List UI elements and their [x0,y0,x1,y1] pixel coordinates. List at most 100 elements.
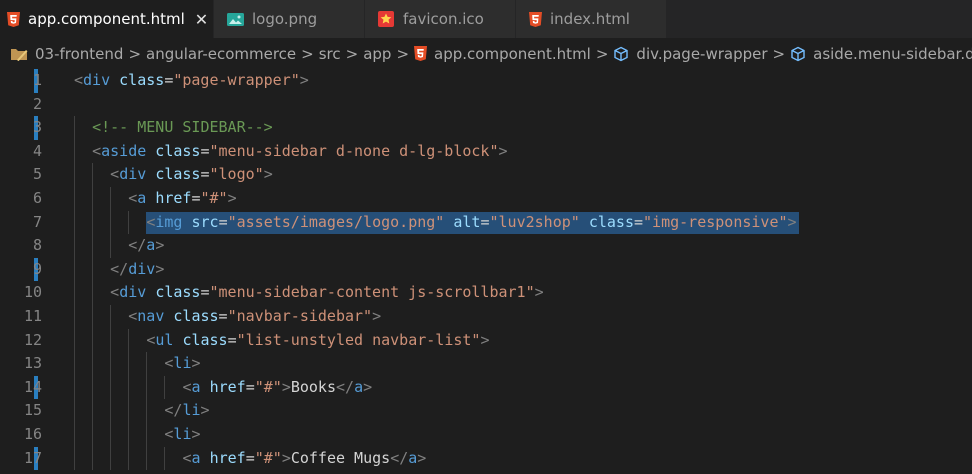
indent-guide [110,446,112,471]
indent-guide [92,234,94,258]
breadcrumb-item-file[interactable]: app.component.html [414,45,591,63]
tab-index-html[interactable]: index.html [516,0,667,38]
code-token: = [200,283,210,302]
code-token: aside [101,141,147,160]
code-line[interactable]: 15 </li> [0,399,972,423]
indent-guide [74,446,75,471]
code-line[interactable]: 7 <img src="assets/images/logo.png" alt="… [0,210,972,235]
indent-guide [110,305,112,329]
indent-guide [146,446,148,471]
code-token: a [137,189,147,207]
breadcrumb-item-app[interactable]: app [363,45,391,63]
code-token: </ [110,259,129,278]
indent-guide [92,352,94,376]
code-token: < [74,71,84,89]
code-token: class [588,212,634,231]
folder-icon [10,47,28,61]
code-token: = [227,330,237,349]
code-token: "logo" [209,165,264,184]
close-icon[interactable]: ✕ [195,10,208,29]
code-text: <a href="#"> [128,187,236,211]
code-token: li [173,354,192,373]
code-text: <li> [164,352,200,376]
indent-guide [92,399,94,423]
breadcrumb-separator: > [301,44,314,63]
breadcrumb-item-src[interactable]: src [319,45,341,63]
cube-icon [790,46,806,62]
tab-app-component-html[interactable]: app.component.html ✕ [0,0,214,38]
code-token: "menu-sidebar d-none d-lg-block" [209,141,499,160]
line-number: 12 [23,330,42,349]
code-token: > [534,283,544,302]
line-number: 8 [32,236,42,255]
indent-guide [128,399,130,423]
code-token: div [119,283,147,302]
code-token: = [245,377,255,396]
code-line[interactable]: 11 <nav class="navbar-sidebar"> [0,305,972,329]
breadcrumb-item-aside[interactable]: aside.menu-sidebar.d-no [790,45,972,63]
indent-guide [74,399,75,423]
code-text: </li> [164,399,209,423]
code-line[interactable]: 17 <a href="#">Coffee Mugs</a> [0,446,972,471]
code-token: class [119,71,165,89]
breadcrumb-item-angular-ecommerce[interactable]: angular-ecommerce [146,45,296,63]
code-line[interactable]: 16 <li> [0,423,972,447]
indent-guide [74,116,75,140]
code-token: > [417,448,427,467]
code-line[interactable]: 8 </a> [0,234,972,258]
code-token: < [146,212,156,231]
code-token: = [200,165,210,184]
code-line[interactable]: 9 </div> [0,257,972,282]
indent-guide [110,352,112,376]
code-token: > [498,141,508,160]
code-line[interactable]: 10 <div class="menu-sidebar-content js-sc… [0,281,972,305]
code-text: </a> [128,234,164,258]
code-token: a [408,448,418,467]
code-token: "menu-sidebar-content js-scrollbar1" [209,283,535,302]
code-token: </ [128,236,147,255]
code-line[interactable]: 4 <aside class="menu-sidebar d-none d-lg-… [0,139,972,164]
indent-guide [92,375,94,400]
code-line[interactable]: 13 <li> [0,352,972,376]
indent-guide [146,399,148,423]
indent-guide [92,187,94,211]
code-token: > [200,401,210,420]
tab-logo-png[interactable]: logo.png [214,0,365,38]
code-line[interactable]: 5 <div class="logo"> [0,163,972,187]
breadcrumb-item-page-wrapper[interactable]: div.page-wrapper [613,45,768,63]
code-token: = [218,307,228,325]
indent-guide [164,375,166,400]
code-token: a [354,377,364,396]
code-token: a [146,236,156,255]
code-token: > [191,354,201,373]
line-number: 10 [23,283,42,302]
breadcrumb-item-03-frontend[interactable]: 03-frontend [10,45,123,63]
code-line[interactable]: 2 [0,93,972,117]
breadcrumb-separator: > [345,44,359,63]
indent-guide [92,163,94,187]
code-line[interactable]: 1 <div class="page-wrapper"> [0,69,972,93]
code-token: > [281,448,291,467]
code-text: <nav class="navbar-sidebar"> [128,305,381,329]
code-token: < [110,165,120,184]
html5-icon [414,46,428,61]
tab-favicon-ico[interactable]: favicon.ico [365,0,516,38]
code-editor[interactable]: 1 <div class="page-wrapper"> 2 3 <!-- MENU S… [0,69,972,474]
star-icon [377,11,395,27]
indent-guide [74,139,75,164]
code-text: </div> [110,258,164,282]
code-text: <a href="#">Books</a> [182,376,372,400]
code-token: "navbar-sidebar" [227,307,373,325]
code-token: > [227,189,237,207]
code-token: > [480,330,490,349]
html5-icon [528,11,542,27]
code-line[interactable]: 6 <a href="#"> [0,187,972,211]
code-line[interactable]: 12 <ul class="list-unstyled navbar-list"> [0,328,972,353]
indent-guide [74,163,75,187]
indent-guide [110,375,112,400]
code-line[interactable]: 3 <!-- MENU SIDEBAR--> [0,116,972,140]
code-line[interactable]: 14 <a href="#">Books</a> [0,375,972,400]
code-token: = [218,212,228,231]
code-token: href [155,189,192,207]
indent-guide [92,281,94,305]
